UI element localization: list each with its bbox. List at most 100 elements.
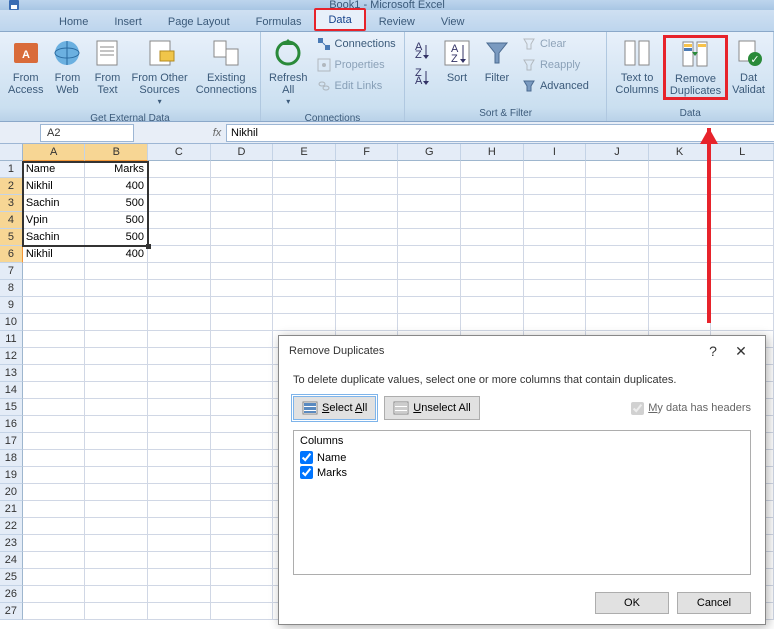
cell[interactable] xyxy=(85,450,148,467)
row-header[interactable]: 14 xyxy=(0,382,23,399)
cell[interactable] xyxy=(273,212,336,229)
cell[interactable] xyxy=(524,178,587,195)
cell[interactable] xyxy=(273,195,336,212)
row-header[interactable]: 24 xyxy=(0,552,23,569)
cell[interactable] xyxy=(211,603,274,620)
row-header[interactable]: 18 xyxy=(0,450,23,467)
tab-formulas[interactable]: Formulas xyxy=(243,11,315,31)
cell[interactable] xyxy=(398,212,461,229)
cell[interactable] xyxy=(85,433,148,450)
cell[interactable]: Sachin xyxy=(23,229,86,246)
cell[interactable] xyxy=(211,263,274,280)
help-button[interactable]: ? xyxy=(699,343,727,359)
cell[interactable] xyxy=(398,263,461,280)
cell[interactable] xyxy=(23,297,86,314)
cell[interactable] xyxy=(23,399,86,416)
sort-button[interactable]: AZSort xyxy=(437,35,477,86)
cell[interactable] xyxy=(524,161,587,178)
cell[interactable] xyxy=(211,467,274,484)
cell[interactable] xyxy=(85,552,148,569)
row-header[interactable]: 5 xyxy=(0,229,23,246)
cell[interactable] xyxy=(23,263,86,280)
cell[interactable] xyxy=(524,263,587,280)
cell[interactable] xyxy=(23,467,86,484)
cell[interactable] xyxy=(211,416,274,433)
cell[interactable] xyxy=(85,348,148,365)
row-header[interactable]: 4 xyxy=(0,212,23,229)
row-header[interactable]: 12 xyxy=(0,348,23,365)
cell[interactable] xyxy=(85,297,148,314)
row-header[interactable]: 16 xyxy=(0,416,23,433)
cell[interactable] xyxy=(148,552,211,569)
col-header[interactable]: G xyxy=(398,144,461,161)
cell[interactable] xyxy=(336,246,399,263)
row-header[interactable]: 6 xyxy=(0,246,23,263)
tab-view[interactable]: View xyxy=(428,11,478,31)
cell[interactable] xyxy=(211,365,274,382)
cell[interactable] xyxy=(586,314,649,331)
cell[interactable] xyxy=(211,535,274,552)
cell[interactable] xyxy=(211,348,274,365)
cell[interactable] xyxy=(461,280,524,297)
cell[interactable] xyxy=(148,518,211,535)
cell[interactable] xyxy=(711,178,774,195)
headers-checkbox-label[interactable]: My data has headers xyxy=(631,402,751,415)
cell[interactable] xyxy=(85,399,148,416)
cell[interactable] xyxy=(211,501,274,518)
row-header[interactable]: 15 xyxy=(0,399,23,416)
cell[interactable] xyxy=(148,382,211,399)
from-text-button[interactable]: From Text xyxy=(87,35,127,98)
cell[interactable] xyxy=(148,212,211,229)
cell[interactable] xyxy=(586,178,649,195)
col-header[interactable]: A xyxy=(23,144,86,161)
cell[interactable] xyxy=(649,229,712,246)
tab-insert[interactable]: Insert xyxy=(101,11,155,31)
cell[interactable] xyxy=(85,263,148,280)
cell[interactable] xyxy=(461,195,524,212)
row-header[interactable]: 19 xyxy=(0,467,23,484)
col-header[interactable]: D xyxy=(211,144,274,161)
cell[interactable] xyxy=(211,280,274,297)
cell[interactable] xyxy=(524,246,587,263)
cell[interactable] xyxy=(398,178,461,195)
select-all-corner[interactable] xyxy=(0,144,23,161)
cell[interactable] xyxy=(711,161,774,178)
fx-icon[interactable]: fx xyxy=(208,124,226,142)
cell[interactable] xyxy=(23,348,86,365)
cell[interactable] xyxy=(586,246,649,263)
cell[interactable] xyxy=(649,263,712,280)
cell[interactable] xyxy=(148,178,211,195)
cell[interactable] xyxy=(398,314,461,331)
cell[interactable] xyxy=(524,229,587,246)
cell[interactable] xyxy=(336,280,399,297)
cell[interactable] xyxy=(23,331,86,348)
cell[interactable] xyxy=(398,195,461,212)
properties-button[interactable]: Properties xyxy=(316,56,396,74)
cell[interactable] xyxy=(211,484,274,501)
cell[interactable] xyxy=(649,161,712,178)
text-to-columns-button[interactable]: Text to Columns xyxy=(611,35,662,98)
cell[interactable] xyxy=(148,450,211,467)
cell[interactable] xyxy=(148,416,211,433)
remove-duplicates-button[interactable]: Remove Duplicates xyxy=(663,35,728,100)
cell[interactable] xyxy=(211,212,274,229)
cell[interactable] xyxy=(23,586,86,603)
cancel-button[interactable]: Cancel xyxy=(677,592,751,614)
cell[interactable] xyxy=(23,433,86,450)
existing-connections-button[interactable]: Existing Connections xyxy=(192,35,261,98)
cell[interactable] xyxy=(273,178,336,195)
row-header[interactable]: 2 xyxy=(0,178,23,195)
cell[interactable] xyxy=(336,161,399,178)
cell[interactable] xyxy=(711,263,774,280)
reapply-button[interactable]: Reapply xyxy=(521,56,589,74)
cell[interactable] xyxy=(273,280,336,297)
cell[interactable] xyxy=(23,314,86,331)
cell[interactable] xyxy=(85,586,148,603)
cell[interactable] xyxy=(711,314,774,331)
cell[interactable] xyxy=(85,518,148,535)
cell[interactable] xyxy=(211,450,274,467)
cell[interactable] xyxy=(524,297,587,314)
row-header[interactable]: 1 xyxy=(0,161,23,178)
ok-button[interactable]: OK xyxy=(595,592,669,614)
cell[interactable] xyxy=(711,280,774,297)
